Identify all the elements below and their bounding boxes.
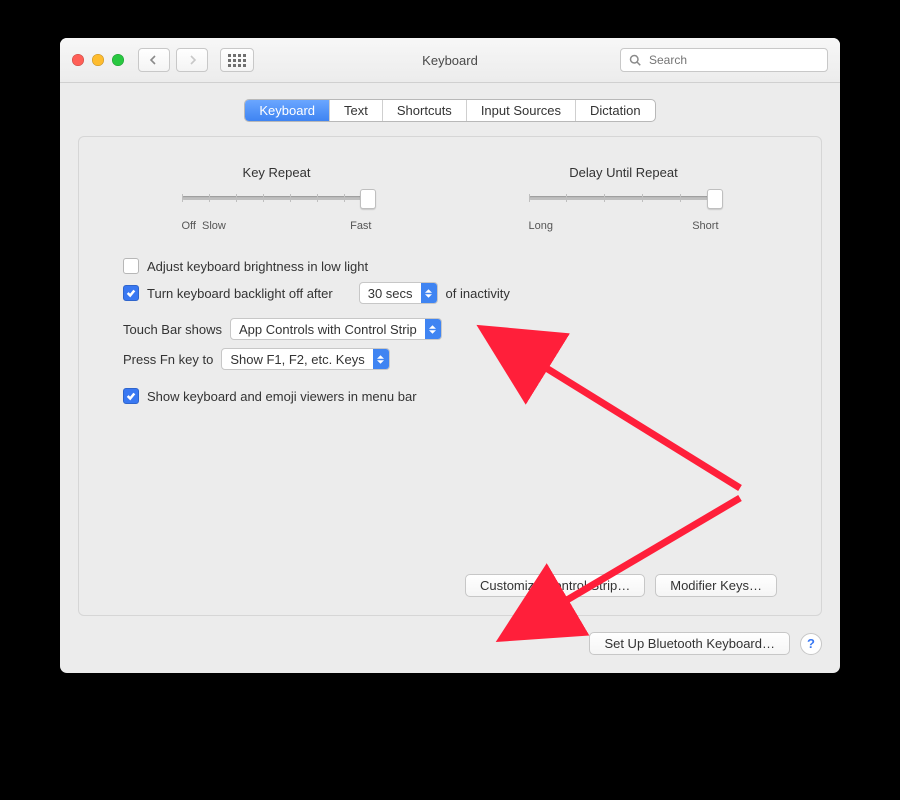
stepper-icon <box>425 319 441 339</box>
fn-key-select[interactable]: Show F1, F2, etc. Keys <box>221 348 389 370</box>
stepper-icon <box>373 349 389 369</box>
show-viewers-checkbox[interactable] <box>123 388 139 404</box>
show-viewers-label: Show keyboard and emoji viewers in menu … <box>147 389 417 404</box>
panel-actions: Customize Control Strip… Modifier Keys… <box>123 574 777 597</box>
search-input[interactable] <box>647 52 819 68</box>
traffic-lights <box>72 54 124 66</box>
backlight-timeout-value: 30 secs <box>360 286 421 301</box>
delay-slider[interactable] <box>529 188 719 214</box>
backlight-off-suffix: of inactivity <box>446 286 510 301</box>
tab-dictation[interactable]: Dictation <box>576 100 655 121</box>
tab-keyboard[interactable]: Keyboard <box>245 100 330 121</box>
label-fast: Fast <box>350 220 371 232</box>
bluetooth-keyboard-button[interactable]: Set Up Bluetooth Keyboard… <box>589 632 790 655</box>
check-icon <box>126 391 136 401</box>
delay-block: Delay Until Repeat Long Short <box>529 165 719 232</box>
chevron-left-icon <box>149 55 159 65</box>
forward-button[interactable] <box>176 48 208 72</box>
fn-key-row: Press Fn key to Show F1, F2, etc. Keys <box>123 348 777 370</box>
grid-icon <box>228 54 246 67</box>
window-body: Keyboard Text Shortcuts Input Sources Di… <box>60 83 840 673</box>
settings-panel: Key Repeat Off Slow Fast Delay Until Rep… <box>78 136 822 616</box>
tab-segmented-control: Keyboard Text Shortcuts Input Sources Di… <box>244 99 655 122</box>
search-field[interactable] <box>620 48 828 72</box>
key-repeat-thumb[interactable] <box>360 189 376 209</box>
delay-thumb[interactable] <box>707 189 723 209</box>
backlight-off-label: Turn keyboard backlight off after <box>147 286 333 301</box>
titlebar: Keyboard <box>60 38 840 83</box>
label-long: Long <box>529 220 553 232</box>
window-footer: Set Up Bluetooth Keyboard… ? <box>78 632 822 655</box>
adjust-brightness-label: Adjust keyboard brightness in low light <box>147 259 368 274</box>
customize-control-strip-button[interactable]: Customize Control Strip… <box>465 574 645 597</box>
touch-bar-label: Touch Bar shows <box>123 322 222 337</box>
show-viewers-row: Show keyboard and emoji viewers in menu … <box>123 388 777 404</box>
delay-caption: Delay Until Repeat <box>569 165 677 180</box>
close-window-button[interactable] <box>72 54 84 66</box>
key-repeat-slider[interactable] <box>182 188 372 214</box>
modifier-keys-button[interactable]: Modifier Keys… <box>655 574 777 597</box>
tab-shortcuts[interactable]: Shortcuts <box>383 100 467 121</box>
touch-bar-select[interactable]: App Controls with Control Strip <box>230 318 442 340</box>
help-button[interactable]: ? <box>800 633 822 655</box>
preferences-window: Keyboard Keyboard Text Shortcuts Input S… <box>60 38 840 673</box>
label-slow: Slow <box>202 220 226 232</box>
search-icon <box>629 54 641 66</box>
touch-bar-value: App Controls with Control Strip <box>231 322 425 337</box>
backlight-off-row: Turn keyboard backlight off after 30 sec… <box>123 282 777 304</box>
adjust-brightness-row: Adjust keyboard brightness in low light <box>123 258 777 274</box>
fn-key-label: Press Fn key to <box>123 352 213 367</box>
touch-bar-row: Touch Bar shows App Controls with Contro… <box>123 318 777 340</box>
check-icon <box>126 288 136 298</box>
tab-bar: Keyboard Text Shortcuts Input Sources Di… <box>78 99 822 122</box>
label-off: Off <box>182 220 196 232</box>
sliders-row: Key Repeat Off Slow Fast Delay Until Rep… <box>123 165 777 232</box>
backlight-off-checkbox[interactable] <box>123 285 139 301</box>
minimize-window-button[interactable] <box>92 54 104 66</box>
key-repeat-block: Key Repeat Off Slow Fast <box>182 165 372 232</box>
stepper-icon <box>421 283 437 303</box>
adjust-brightness-checkbox[interactable] <box>123 258 139 274</box>
back-button[interactable] <box>138 48 170 72</box>
show-all-button[interactable] <box>220 48 254 72</box>
nav-group <box>138 48 254 72</box>
key-repeat-labels: Off Slow Fast <box>182 220 372 232</box>
zoom-window-button[interactable] <box>112 54 124 66</box>
chevron-right-icon <box>187 55 197 65</box>
backlight-timeout-select[interactable]: 30 secs <box>359 282 438 304</box>
label-short: Short <box>692 220 718 232</box>
tab-input-sources[interactable]: Input Sources <box>467 100 576 121</box>
delay-labels: Long Short <box>529 220 719 232</box>
key-repeat-caption: Key Repeat <box>243 165 311 180</box>
tab-text[interactable]: Text <box>330 100 383 121</box>
fn-key-value: Show F1, F2, etc. Keys <box>222 352 372 367</box>
